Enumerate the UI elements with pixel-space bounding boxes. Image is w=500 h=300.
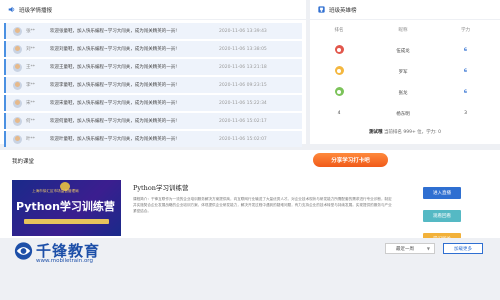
share-checkin-label: 分享学习打卡吧: [331, 158, 370, 164]
news-time: 2020-11-06 15:22:34: [219, 100, 267, 106]
news-user: 张**: [26, 29, 35, 34]
footer-bar: 千锋教育 www.mobiletrain.org 最近一周 ▼ 加载更多: [0, 238, 500, 300]
enter-live-label: 进入直播: [433, 191, 451, 196]
rank-footer-label: 测试哦: [369, 130, 383, 135]
news-row: 何** 欢迎何童鞋，加入快乐编程~学习大闯关，成为闯关精英的一员! 2020-11-…: [4, 113, 302, 129]
watch-replay-button[interactable]: 观看回看: [423, 210, 461, 222]
rank-name: 杨东明: [396, 111, 410, 117]
rank-row: 张龙 6: [310, 82, 500, 103]
news-message: 欢迎刘童鞋，加入快乐编程~学习大闯关，成为闯关精英的一员!: [50, 47, 178, 52]
speaker-icon: [8, 6, 15, 13]
course-thumbnail[interactable]: 上海市徐汇区市场监督管理局 Python学习训练营: [12, 180, 121, 236]
thumb-title: Python学习训练营: [16, 200, 115, 213]
avatar: [13, 80, 22, 90]
my-classroom-panel: 我的课堂 分享学习打卡吧 上海市徐汇区市场监督管理局 Python学习训练营 P…: [0, 150, 500, 244]
news-message: 欢迎李童鞋，加入快乐编程~学习大闯关，成为闯关精英的一员!: [50, 83, 178, 88]
trophy-icon: [318, 6, 325, 13]
rank-name: 张龙: [398, 90, 408, 96]
rank-name: 伍成龙: [396, 48, 410, 54]
watch-replay-label: 观看回看: [433, 214, 451, 219]
study-news-panel: 班级学情播报 张** 欢迎张童鞋，加入快乐编程~学习大闯关，成为闯关精英的一员! 2…: [0, 0, 306, 147]
rank-score: 6: [463, 48, 468, 53]
avatar: [13, 134, 22, 144]
rank-table-header: 排名 昵称 学力: [310, 20, 500, 40]
course-description: 课程简介：千锋互联作为一流的企业培训服务解决方案提供商，向互联网行业输送了大量优…: [133, 197, 392, 213]
thumb-subtitle: 上海市徐汇区市场监督管理局: [32, 189, 79, 193]
news-user: 李**: [26, 83, 35, 88]
news-user: 刘**: [26, 47, 35, 52]
load-more-button[interactable]: 加载更多: [443, 243, 483, 254]
rank-number: 4: [337, 111, 341, 116]
avatar: [13, 44, 22, 54]
news-time: 2020-11-06 09:23:15: [219, 82, 267, 88]
rank-footer: 测试哦 当前排名 999+ 位，学力: 0: [310, 129, 500, 135]
news-row: 刘** 欢迎刘童鞋，加入快乐编程~学习大闯关，成为闯关精英的一员! 2020-11-…: [4, 41, 302, 57]
news-time: 2020-11-06 15:02:07: [219, 136, 267, 142]
news-message: 欢迎宋童鞋，加入快乐编程~学习大闯关，成为闯关精英的一员!: [50, 101, 178, 106]
news-time: 2020-11-06 15:02:17: [219, 118, 267, 124]
rank-title: 班级英雄榜: [329, 7, 357, 14]
news-time: 2020-11-06 13:39:43: [219, 28, 267, 34]
medal-icon: [334, 66, 344, 75]
rank-header: 班级英雄榜: [310, 0, 500, 20]
chevron-down-icon: ▼: [426, 246, 430, 251]
brand-site: www.mobiletrain.org: [36, 258, 93, 264]
hero-ranking-panel: 班级英雄榜 排名 昵称 学力 伍成龙 6 罗军 6 张龙 6 4 杨东明 3 测试哦 当前排名 …: [310, 0, 500, 144]
avatar: [13, 26, 22, 36]
rank-col-rank: 排名: [334, 28, 344, 33]
rank-table-body: 伍成龙 6 罗军 6 张龙 6 4 杨东明 3: [310, 40, 500, 124]
news-message: 欢迎叶童鞋，加入快乐编程~学习大闯关，成为闯关精英的一员!: [50, 137, 178, 142]
rank-row: 伍成龙 6: [310, 40, 500, 61]
news-user: 宋**: [26, 101, 35, 106]
medal-icon: [334, 87, 344, 96]
load-more-label: 加载更多: [454, 246, 472, 252]
news-header: 班级学情播报: [0, 0, 306, 20]
news-time: 2020-11-06 13:38:05: [219, 46, 267, 52]
medal-icon: [334, 45, 344, 54]
news-message: 欢迎何童鞋，加入快乐编程~学习大闯关，成为闯关精英的一员!: [50, 119, 178, 124]
news-row: 宋** 欢迎宋童鞋，加入快乐编程~学习大闯关，成为闯关精英的一员! 2020-11-…: [4, 95, 302, 111]
rank-col-name: 昵称: [398, 28, 408, 33]
rank-name: 罗军: [398, 69, 408, 75]
news-row: 李** 欢迎李童鞋，加入快乐编程~学习大闯关，成为闯关精英的一员! 2020-11-…: [4, 77, 302, 93]
avatar: [13, 98, 22, 108]
rank-row: 罗军 6: [310, 61, 500, 82]
news-user: 何**: [26, 119, 35, 124]
avatar: [13, 62, 22, 72]
time-range-select[interactable]: 最近一周 ▼: [385, 243, 435, 254]
news-time: 2020-11-06 13:21:18: [219, 64, 267, 70]
news-title: 班级学情播报: [19, 7, 53, 14]
rank-score: 6: [463, 90, 468, 95]
section-title: 我的课堂: [12, 159, 35, 165]
course-title[interactable]: Python学习训练营: [133, 182, 188, 192]
rank-row: 4 杨东明 3: [310, 103, 500, 124]
news-user: 王**: [26, 65, 35, 70]
news-row: 王** 欢迎王童鞋，加入快乐编程~学习大闯关，成为闯关精英的一员! 2020-11-…: [4, 59, 302, 75]
rank-col-score: 学力: [461, 28, 470, 33]
news-message: 欢迎张童鞋，加入快乐编程~学习大闯关，成为闯关精英的一员!: [50, 29, 178, 34]
share-checkin-button[interactable]: 分享学习打卡吧: [313, 153, 388, 167]
news-list: 张** 欢迎张童鞋，加入快乐编程~学习大闯关，成为闯关精英的一员! 2020-11-…: [0, 20, 306, 147]
rank-score: 3: [464, 111, 467, 116]
news-row: 叶** 欢迎叶童鞋，加入快乐编程~学习大闯关，成为闯关精英的一员! 2020-11-…: [4, 131, 302, 147]
time-range-value: 最近一周: [396, 246, 414, 252]
news-user: 叶**: [26, 137, 35, 142]
rank-footer-value: 0: [438, 130, 441, 135]
rank-score: 6: [463, 69, 468, 74]
rank-footer-text: 当前排名 999+ 位，学力:: [383, 130, 437, 135]
enter-live-button[interactable]: 进入直播: [423, 187, 461, 199]
thumb-ribbon: [24, 219, 109, 224]
avatar: [13, 116, 22, 126]
news-row: 张** 欢迎张童鞋，加入快乐编程~学习大闯关，成为闯关精英的一员! 2020-11-…: [4, 23, 302, 39]
news-message: 欢迎王童鞋，加入快乐编程~学习大闯关，成为闯关精英的一员!: [50, 65, 178, 70]
brand-logo-icon: [14, 242, 33, 260]
